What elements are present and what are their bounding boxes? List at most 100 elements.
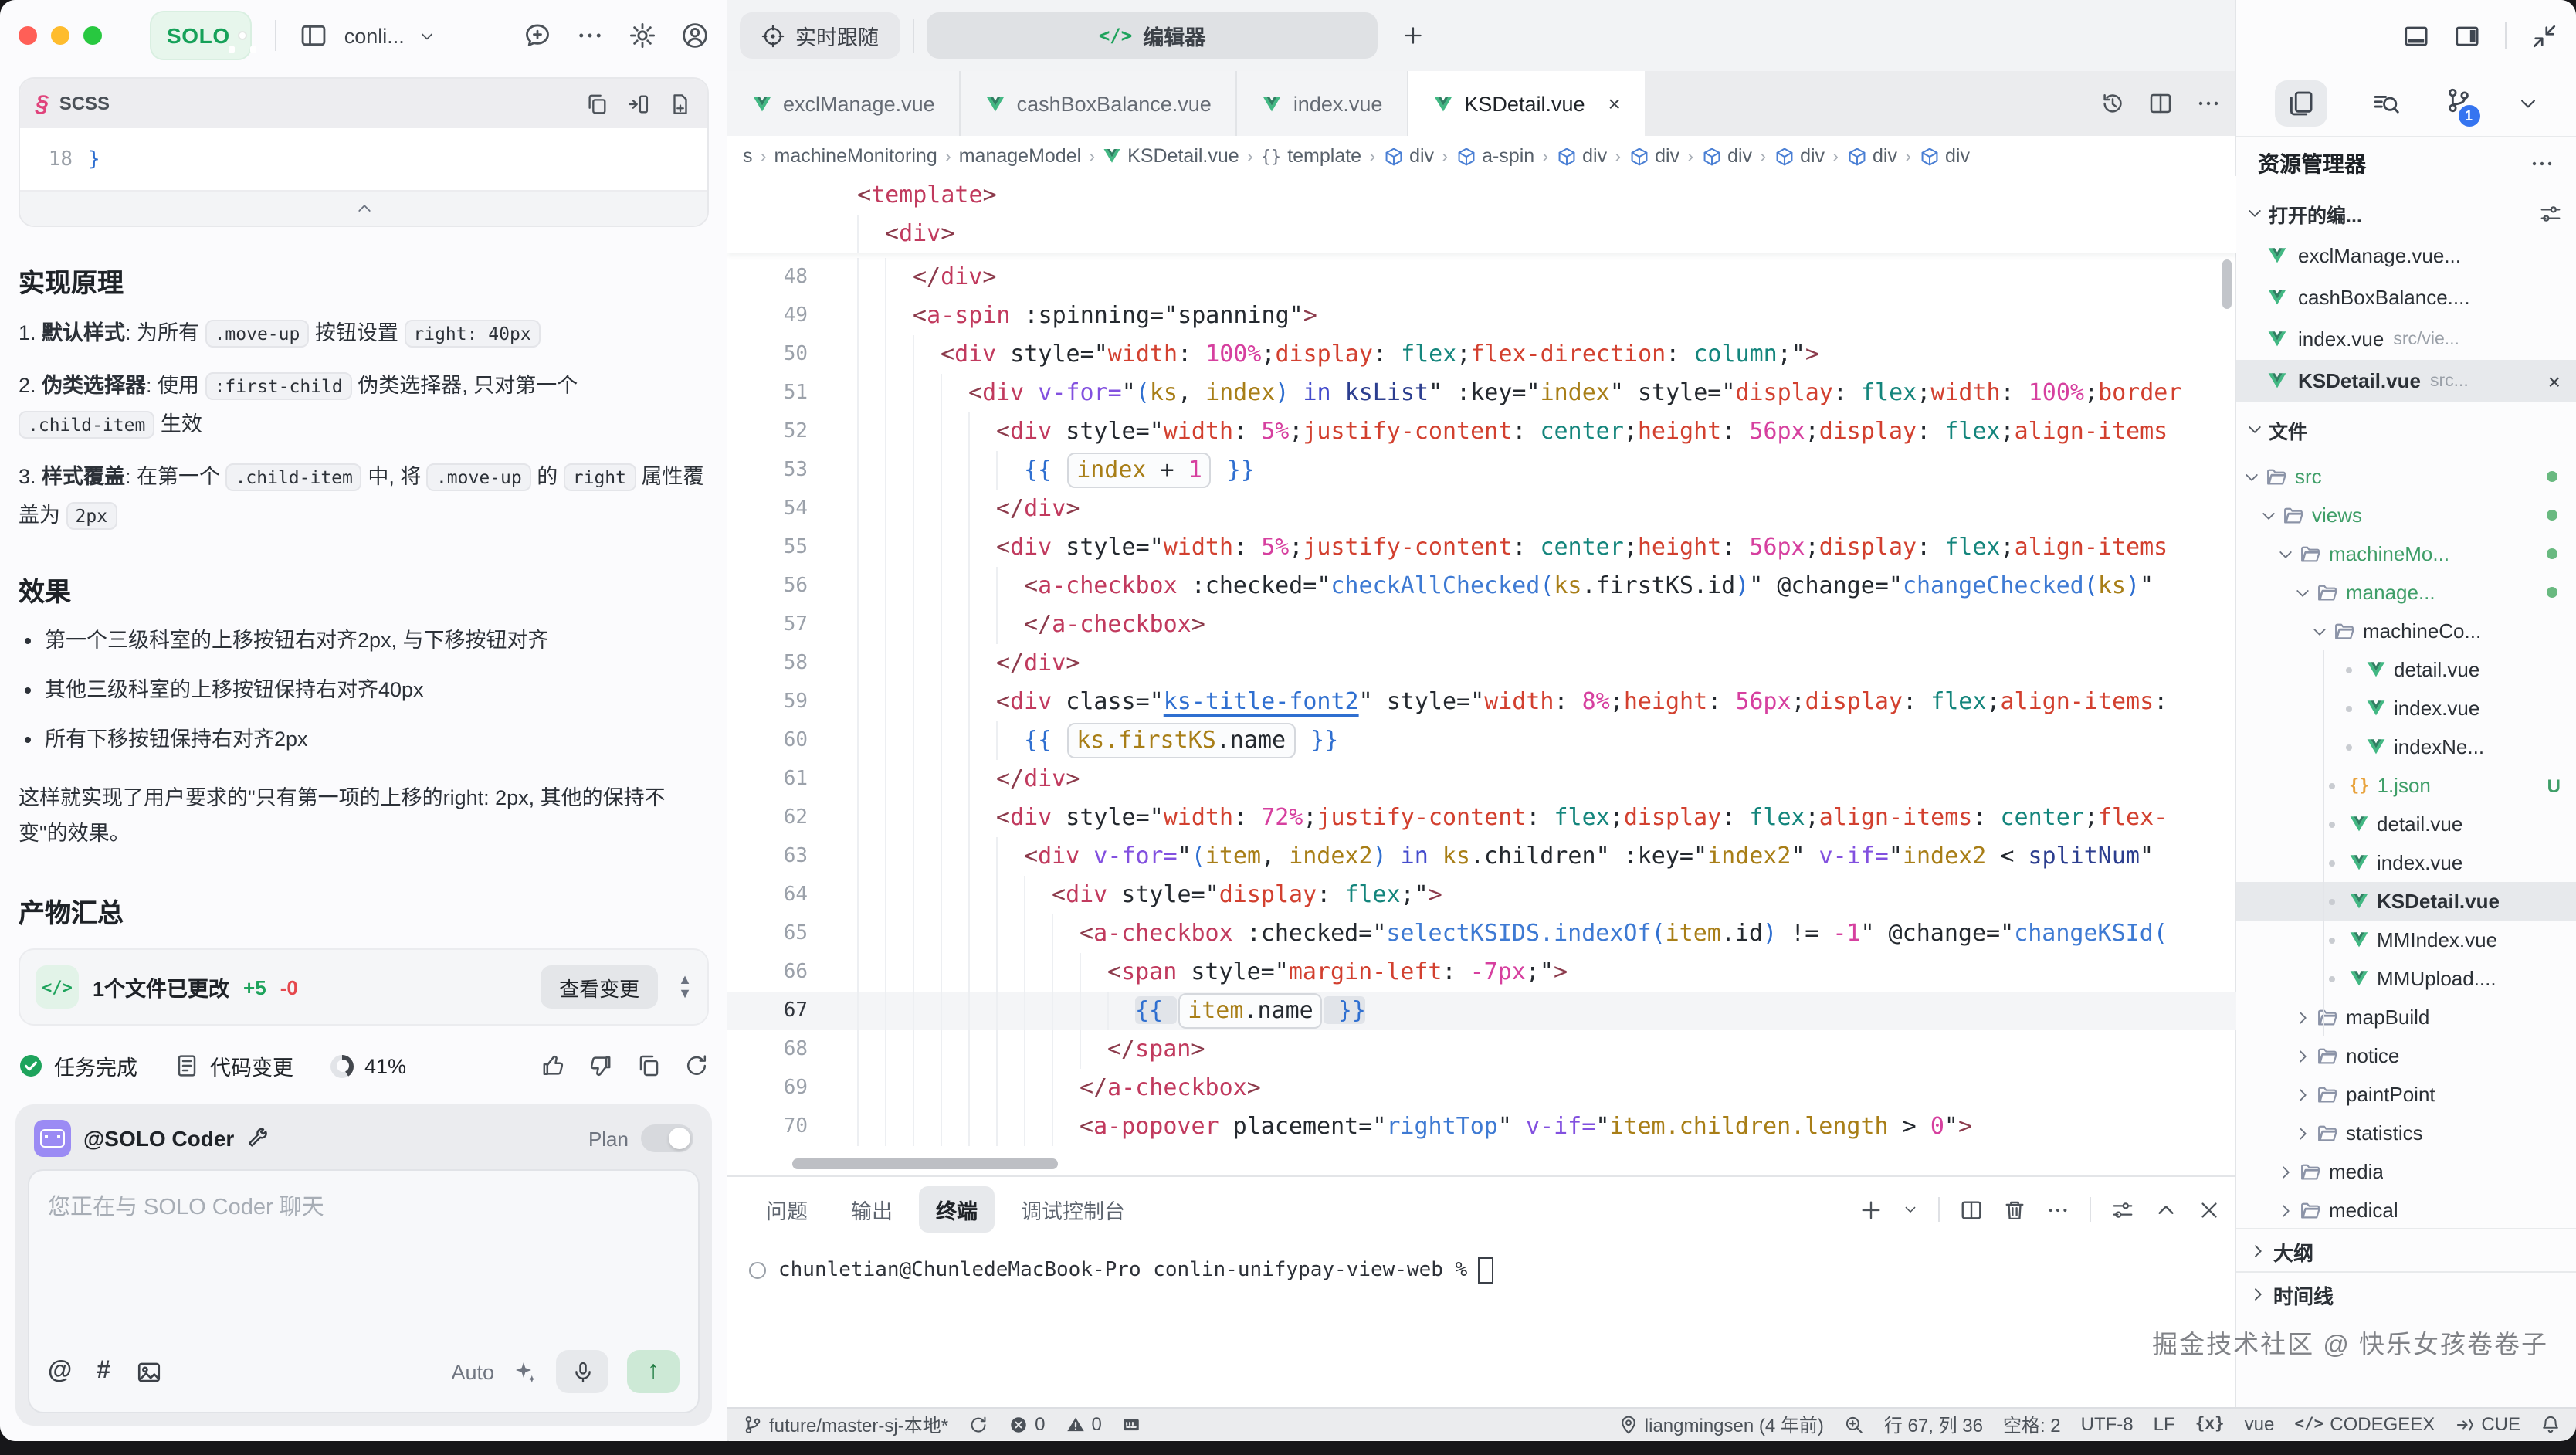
tree-item-statistics[interactable]: statistics: [2236, 1114, 2576, 1152]
workspace-name[interactable]: conli...: [344, 24, 405, 47]
breadcrumb-item[interactable]: div: [1383, 145, 1434, 167]
account-avatar-icon[interactable]: [681, 22, 709, 49]
code-line-56[interactable]: 56<a-checkbox :checked="checkAllChecked(…: [727, 567, 2236, 605]
breadcrumb-item[interactable]: div: [1774, 145, 1825, 167]
model-auto-label[interactable]: Auto: [451, 1360, 494, 1383]
more-options-icon[interactable]: [576, 22, 604, 49]
activity-chevron-down-icon[interactable]: [2517, 93, 2538, 114]
panel-tab-终端[interactable]: 终端: [919, 1186, 995, 1233]
code-line-58[interactable]: 58</div>: [727, 644, 2236, 683]
outline-section[interactable]: 大纲: [2236, 1228, 2576, 1273]
code-line-52[interactable]: 52<div style="width: 5%;justify-content:…: [727, 412, 2236, 451]
breadcrumb-item[interactable]: div: [1919, 145, 1970, 167]
status-item-LF[interactable]: LF: [2154, 1413, 2175, 1435]
status-item-vue[interactable]: vue: [2245, 1413, 2275, 1435]
panel-tab-调试控制台[interactable]: 调试控制台: [1004, 1186, 1142, 1233]
tree-item-indexNe...[interactable]: indexNe...: [2236, 728, 2576, 766]
breadcrumb-item[interactable]: machineMonitoring: [774, 145, 937, 167]
timeline-section[interactable]: 时间线: [2236, 1271, 2576, 1316]
breadcrumb-item[interactable]: KSDetail.vue: [1103, 145, 1239, 167]
copy-code-icon[interactable]: [585, 92, 608, 115]
tree-item-media[interactable]: media: [2236, 1152, 2576, 1191]
status-item-liangmingsen (4 年前)[interactable]: liangmingsen (4 年前): [1618, 1411, 1824, 1437]
open-editor-index.vue[interactable]: index.vuesrc/vie...: [2236, 318, 2576, 360]
editor-more-icon[interactable]: [2196, 91, 2221, 116]
code-line[interactable]: <template>: [727, 176, 2236, 215]
tree-item-MMUpload....[interactable]: MMUpload....: [2236, 959, 2576, 998]
insert-code-icon[interactable]: [627, 92, 650, 115]
open-editor-cashBoxBalance....[interactable]: cashBoxBalance....: [2236, 276, 2576, 318]
file-tab-KSDetail.vue[interactable]: KSDetail.vue×: [1408, 71, 1645, 136]
new-terminal-icon[interactable]: [1859, 1198, 1883, 1221]
status-item[interactable]: [1122, 1414, 1142, 1434]
timeline-history-icon[interactable]: [2100, 91, 2125, 116]
panel-tab-输出[interactable]: 输出: [834, 1186, 910, 1233]
tree-item-1.json[interactable]: {}1.jsonU: [2236, 766, 2576, 805]
file-tab-index.vue[interactable]: index.vue: [1238, 71, 1409, 136]
code-line-53[interactable]: 53{{ index + 1 }}: [727, 451, 2236, 490]
add-view-tab-button[interactable]: [1390, 12, 1436, 59]
close-panel-icon[interactable]: [2198, 1198, 2221, 1221]
thumbs-down-icon[interactable]: [588, 1054, 613, 1079]
code-line-60[interactable]: 60{{ ks.firstKS.name }}: [727, 721, 2236, 760]
open-editor-exclManage.vue...[interactable]: exclManage.vue...: [2236, 235, 2576, 276]
window-minimize-button[interactable]: [51, 26, 69, 45]
chat-input-box[interactable]: 您正在与 SOLO Coder 聊天 @ # Auto ↑: [28, 1169, 700, 1413]
panel-settings-icon[interactable]: [2111, 1198, 2134, 1221]
open-editor-KSDetail.vue[interactable]: KSDetail.vuesrc...×: [2236, 360, 2576, 402]
close-editor-icon[interactable]: ×: [2548, 368, 2561, 393]
status-item-0[interactable]: 0: [1008, 1413, 1045, 1435]
code-line-66[interactable]: 66<span style="margin-left: -7px;">: [727, 953, 2236, 992]
toggle-right-panel-icon[interactable]: [2454, 22, 2480, 49]
new-file-icon[interactable]: [669, 92, 692, 115]
code-line-62[interactable]: 62<div style="width: 72%;justify-content…: [727, 799, 2236, 837]
toggle-bottom-panel-icon[interactable]: [2403, 22, 2429, 49]
tab-live-follow[interactable]: 实时跟随: [740, 12, 900, 59]
collapse-window-icon[interactable]: [2531, 22, 2557, 49]
split-terminal-icon[interactable]: [1960, 1198, 1983, 1221]
file-tab-cashBoxBalance.vue[interactable]: cashBoxBalance.vue: [961, 71, 1238, 136]
open-editors-filter-icon[interactable]: [2539, 202, 2562, 225]
explorer-more-icon[interactable]: [2530, 151, 2554, 176]
tree-item-notice[interactable]: notice: [2236, 1036, 2576, 1075]
tree-item-manage...[interactable]: manage...: [2236, 573, 2576, 612]
source-control-tab[interactable]: 1: [2444, 86, 2472, 121]
tree-item-medical[interactable]: medical: [2236, 1191, 2576, 1229]
sparkle-icon[interactable]: [513, 1359, 537, 1384]
code-change-icon[interactable]: [175, 1054, 199, 1079]
panel-tab-问题[interactable]: 问题: [749, 1186, 825, 1233]
breadcrumb-item[interactable]: a-spin: [1456, 145, 1534, 167]
breadcrumb-item[interactable]: {}template: [1261, 145, 1361, 167]
code-line-50[interactable]: 50<div style="width: 100%;display: flex;…: [727, 335, 2236, 374]
plan-toggle[interactable]: [641, 1124, 693, 1152]
status-item-行 67, 列 36[interactable]: 行 67, 列 36: [1884, 1411, 1983, 1437]
code-line-48[interactable]: 48</div>: [727, 258, 2236, 297]
view-changes-button[interactable]: 查看变更: [541, 966, 658, 1009]
breadcrumb-item[interactable]: div: [1846, 145, 1897, 167]
status-item-空格: 2[interactable]: 空格: 2: [2003, 1411, 2061, 1437]
status-item[interactable]: [1844, 1414, 1864, 1434]
code-line-61[interactable]: 61</div>: [727, 760, 2236, 799]
code-line-49[interactable]: 49<a-spin :spinning="spanning">: [727, 297, 2236, 335]
context-hash-icon[interactable]: #: [97, 1358, 110, 1385]
mention-icon[interactable]: @: [48, 1358, 72, 1385]
search-icon[interactable]: [2371, 90, 2399, 117]
tree-item-index.vue[interactable]: index.vue: [2236, 689, 2576, 728]
explorer-files-tab[interactable]: [2274, 80, 2327, 127]
tree-item-MMIndex.vue[interactable]: MMIndex.vue: [2236, 921, 2576, 959]
vertical-scrollbar[interactable]: [2222, 259, 2232, 309]
tree-item-machineCo...[interactable]: machineCo...: [2236, 612, 2576, 650]
file-tab-exclManage.vue[interactable]: exclManage.vue: [727, 71, 961, 136]
code-line-59[interactable]: 59<div class="ks-title-font2" style="wid…: [727, 683, 2236, 721]
status-item-CUE[interactable]: CUE: [2455, 1413, 2520, 1435]
terminal-dropdown-icon[interactable]: [1903, 1202, 1918, 1217]
code-line-69[interactable]: 69</a-checkbox>: [727, 1069, 2236, 1107]
status-item[interactable]: [2540, 1414, 2561, 1434]
status-item-UTF-8[interactable]: UTF-8: [2081, 1413, 2134, 1435]
tree-item-mapBuild[interactable]: mapBuild: [2236, 998, 2576, 1036]
status-item-0[interactable]: 0: [1065, 1413, 1101, 1435]
status-item-CODEGEEX[interactable]: </>CODEGEEX: [2294, 1413, 2435, 1435]
code-line-63[interactable]: 63<div v-for="(item, index2) in ks.child…: [727, 837, 2236, 876]
code-line-65[interactable]: 65<a-checkbox :checked="selectKSIDS.inde…: [727, 914, 2236, 953]
code-line-55[interactable]: 55<div style="width: 5%;justify-content:…: [727, 528, 2236, 567]
